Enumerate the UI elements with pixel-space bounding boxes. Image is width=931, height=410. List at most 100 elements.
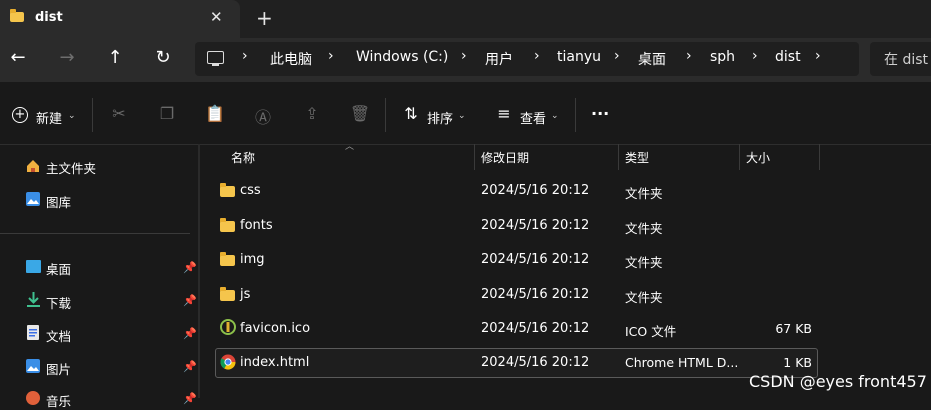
file-name[interactable]: index.html [240,355,309,370]
more-options-button[interactable]: ··· [591,104,609,123]
pin-icon[interactable]: 📌 [183,327,197,340]
breadcrumb-desktop[interactable]: 桌面 [638,49,666,69]
new-button[interactable]: 新建 [36,108,62,127]
up-button[interactable]: ↑ [103,47,127,68]
delete-icon[interactable]: 🗑 [349,104,371,123]
view-icon[interactable]: ≡ [493,104,515,123]
folder-icon [220,252,235,266]
column-header-size[interactable]: 大小 [746,149,770,166]
column-divider[interactable] [739,144,740,170]
gallery-icon [26,192,40,206]
pin-icon[interactable]: 📌 [183,261,197,274]
cut-icon[interactable]: ✂ [108,104,130,123]
rename-icon[interactable]: Ⓐ [252,104,274,128]
column-header-modified[interactable]: 修改日期 [481,149,529,166]
sidebar-scrollbar[interactable] [198,144,200,398]
toolbar-divider [575,98,576,132]
file-size: 67 KB [775,321,812,336]
breadcrumb-separator[interactable]: › [815,48,821,64]
file-size: 1 KB [783,355,812,370]
breadcrumb-separator[interactable]: › [614,48,620,64]
sidebar-divider [0,233,190,234]
computer-icon[interactable] [207,51,224,66]
new-tab-button[interactable]: + [256,6,273,30]
chevron-down-icon[interactable]: ⌄ [68,111,76,121]
close-tab-icon[interactable]: ✕ [210,8,223,26]
breadcrumb-separator[interactable]: › [534,48,540,64]
breadcrumb-users[interactable]: 用户 [485,49,513,69]
file-modified: 2024/5/16 20:12 [481,287,590,302]
sort-button[interactable]: 排序 [427,108,453,127]
column-divider[interactable] [618,144,619,170]
chevron-down-icon[interactable]: ⌄ [551,111,559,121]
file-type: 文件夹 [625,221,663,236]
breadcrumb-separator[interactable]: › [752,48,758,64]
file-type: 文件夹 [625,186,663,201]
file-type: 文件夹 [625,255,663,270]
breadcrumb-this-pc[interactable]: 此电脑 [270,49,312,69]
sidebar-item-gallery[interactable]: 图库 [46,192,71,211]
file-name[interactable]: favicon.ico [240,321,310,336]
chevron-down-icon[interactable]: ⌄ [458,111,466,121]
file-name[interactable]: img [240,252,265,267]
column-header-type[interactable]: 类型 [625,149,649,166]
breadcrumb-separator[interactable]: › [242,48,248,64]
file-modified: 2024/5/16 20:12 [481,218,590,233]
file-name[interactable]: fonts [240,218,273,233]
breadcrumb-c-drive[interactable]: Windows (C:) [356,49,448,65]
breadcrumb-sph[interactable]: sph [710,49,735,65]
sidebar-item-home[interactable]: 主文件夹 [46,158,96,177]
pictures-icon [26,359,40,373]
folder-icon [220,218,235,232]
documents-icon [27,325,39,340]
watermark: CSDN @eyes front457 [749,372,927,391]
sort-icon[interactable]: ⇅ [400,104,422,123]
breadcrumb-dist[interactable]: dist [775,49,801,65]
desktop-icon [26,260,41,273]
column-divider[interactable] [819,144,820,170]
sort-ascending-icon: ︿ [345,142,355,152]
file-type: Chrome HTML D... [625,355,739,370]
breadcrumb-separator[interactable]: › [328,48,334,64]
folder-icon [10,9,24,22]
column-header-name[interactable]: 名称 [231,149,255,166]
file-name[interactable]: css [240,183,261,198]
breadcrumb-separator[interactable]: › [686,48,692,64]
file-type: ICO 文件 [625,324,677,339]
pin-icon[interactable]: 📌 [183,392,197,405]
file-modified: 2024/5/16 20:12 [481,355,590,370]
share-icon[interactable]: ⇪ [301,104,323,123]
sidebar-item-pictures[interactable]: 图片 [46,359,71,378]
pin-icon[interactable]: 📌 [183,294,197,307]
music-icon [26,391,40,405]
view-button[interactable]: 查看 [520,108,546,127]
pin-icon[interactable]: 📌 [183,360,197,373]
file-modified: 2024/5/16 20:12 [481,183,590,198]
sidebar-item-downloads[interactable]: 下载 [46,293,71,312]
paste-icon[interactable]: 📋 [204,104,226,123]
breadcrumb-tianyu[interactable]: tianyu [557,49,601,65]
folder-icon [220,287,235,301]
favicon-icon [220,319,236,335]
folder-icon [220,183,235,197]
file-modified: 2024/5/16 20:12 [481,321,590,336]
tab-title: dist [35,10,63,25]
sidebar-item-desktop[interactable]: 桌面 [46,259,71,278]
copy-icon[interactable]: ❐ [156,104,178,123]
breadcrumb-separator[interactable]: › [461,48,467,64]
new-icon[interactable]: + [12,107,28,123]
refresh-button[interactable]: ↻ [151,47,175,68]
home-icon [27,160,39,172]
forward-button[interactable]: → [55,47,79,68]
toolbar-divider [92,98,93,132]
sidebar-item-documents[interactable]: 文档 [46,326,71,345]
file-type: 文件夹 [625,290,663,305]
search-input[interactable]: 在 dist [884,49,928,69]
file-name[interactable]: js [240,287,250,302]
file-modified: 2024/5/16 20:12 [481,252,590,267]
sidebar-item-music[interactable]: 音乐 [46,391,71,410]
column-divider[interactable] [474,144,475,170]
download-icon [27,292,40,307]
back-button[interactable]: ← [6,47,30,68]
toolbar-divider [385,98,386,132]
